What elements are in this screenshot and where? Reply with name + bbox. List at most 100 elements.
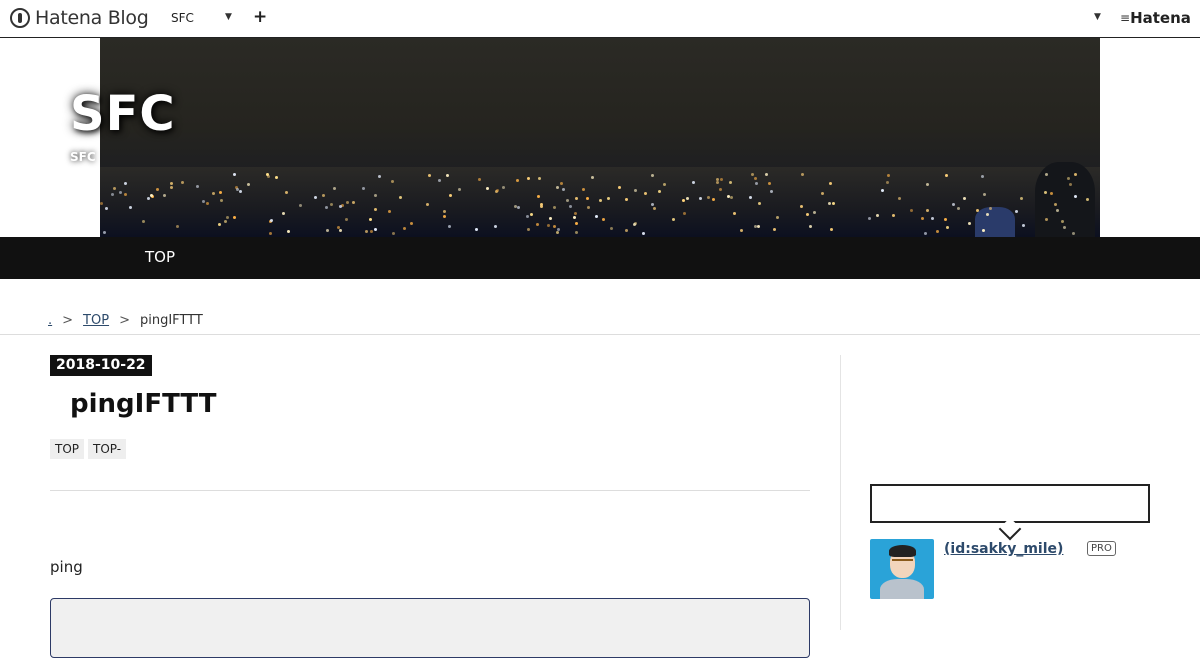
city-light [945, 174, 948, 177]
city-light [181, 181, 184, 184]
city-skyline [100, 167, 1100, 237]
global-header: Hatena Blog SFC ▼ + ▼ ≡ Hatena [0, 0, 1200, 38]
city-light [299, 204, 302, 207]
city-light [170, 182, 173, 185]
city-light [634, 189, 637, 192]
breadcrumb-top-link[interactable]: TOP [83, 313, 109, 328]
city-light [339, 229, 342, 232]
city-light [868, 217, 871, 220]
chevron-down-icon[interactable]: ▼ [1094, 12, 1101, 22]
avatar-glasses [892, 559, 913, 565]
city-light [399, 196, 402, 199]
city-light [963, 197, 966, 200]
new-entry-button[interactable]: + [253, 7, 267, 27]
city-light [557, 228, 560, 231]
city-light [830, 228, 833, 231]
hatena-logo[interactable]: ≡ Hatena [1120, 9, 1191, 27]
city-light [595, 215, 598, 218]
city-light [176, 225, 179, 228]
city-light [644, 192, 647, 195]
city-light [672, 218, 675, 221]
city-light [569, 205, 572, 208]
city-light [586, 197, 589, 200]
category-link[interactable]: TOP [50, 439, 85, 459]
city-light [587, 206, 590, 209]
city-light [370, 230, 373, 233]
city-light [220, 199, 223, 202]
city-light [202, 200, 205, 203]
city-light [653, 207, 656, 210]
city-light [733, 212, 736, 215]
city-light [111, 193, 114, 196]
city-light [287, 230, 290, 233]
breadcrumb-home-link[interactable]: . [48, 313, 52, 328]
city-light [989, 207, 992, 210]
city-light [573, 216, 576, 219]
city-light [219, 191, 222, 194]
city-light [233, 216, 236, 219]
hatena-blog-icon [10, 8, 30, 28]
city-light [754, 177, 757, 180]
chevron-down-icon[interactable]: ▼ [225, 12, 232, 22]
city-light [314, 196, 317, 199]
city-light [369, 218, 372, 221]
category-link[interactable]: TOP- [88, 439, 127, 459]
hatena-blog-logo[interactable]: Hatena Blog [10, 7, 149, 29]
city-light [757, 225, 760, 228]
city-light [602, 218, 605, 221]
city-light [428, 174, 431, 177]
city-light [801, 173, 804, 176]
blog-title[interactable]: SFC [70, 86, 176, 142]
city-light [1022, 224, 1025, 227]
city-light [339, 205, 342, 208]
city-light [330, 203, 333, 206]
city-light [549, 217, 552, 220]
city-light [105, 207, 108, 210]
city-light [591, 176, 594, 179]
city-light [233, 173, 236, 176]
entry-date[interactable]: 2018-10-22 [50, 355, 152, 376]
city-light [448, 225, 451, 228]
city-light [625, 198, 628, 201]
city-light [449, 194, 452, 197]
city-light [100, 202, 103, 205]
city-light [196, 185, 199, 188]
city-light [946, 226, 949, 229]
profile-user-link[interactable]: (id:sakky_mile) [944, 541, 1063, 557]
city-light [266, 173, 269, 176]
city-light [566, 199, 569, 202]
city-light [740, 229, 743, 232]
city-light [391, 180, 394, 183]
city-light [610, 227, 613, 230]
city-light [707, 196, 710, 199]
city-light [682, 199, 685, 202]
city-light [765, 173, 768, 176]
city-light [345, 218, 348, 221]
entry-title[interactable]: pingIFTTT [70, 389, 216, 419]
blog-select[interactable]: SFC [171, 11, 194, 25]
city-light [599, 199, 602, 202]
city-light [527, 228, 530, 231]
city-light [1054, 203, 1057, 206]
city-light [540, 205, 543, 208]
avatar[interactable] [870, 539, 934, 599]
city-light [1086, 198, 1089, 201]
city-light [346, 201, 349, 204]
city-light [236, 188, 239, 191]
city-light [1056, 209, 1059, 212]
city-light [642, 232, 645, 235]
city-light [553, 206, 556, 209]
city-light [751, 173, 754, 176]
nav-item-top[interactable]: TOP [145, 248, 175, 266]
city-light [517, 206, 520, 209]
city-light [538, 177, 541, 180]
city-light [575, 197, 578, 200]
city-light [527, 177, 530, 180]
city-light [892, 214, 895, 217]
city-light [651, 174, 654, 177]
city-light [910, 209, 913, 212]
city-light [536, 223, 539, 226]
city-light [800, 205, 803, 208]
city-light [269, 232, 272, 235]
city-light [388, 210, 391, 213]
